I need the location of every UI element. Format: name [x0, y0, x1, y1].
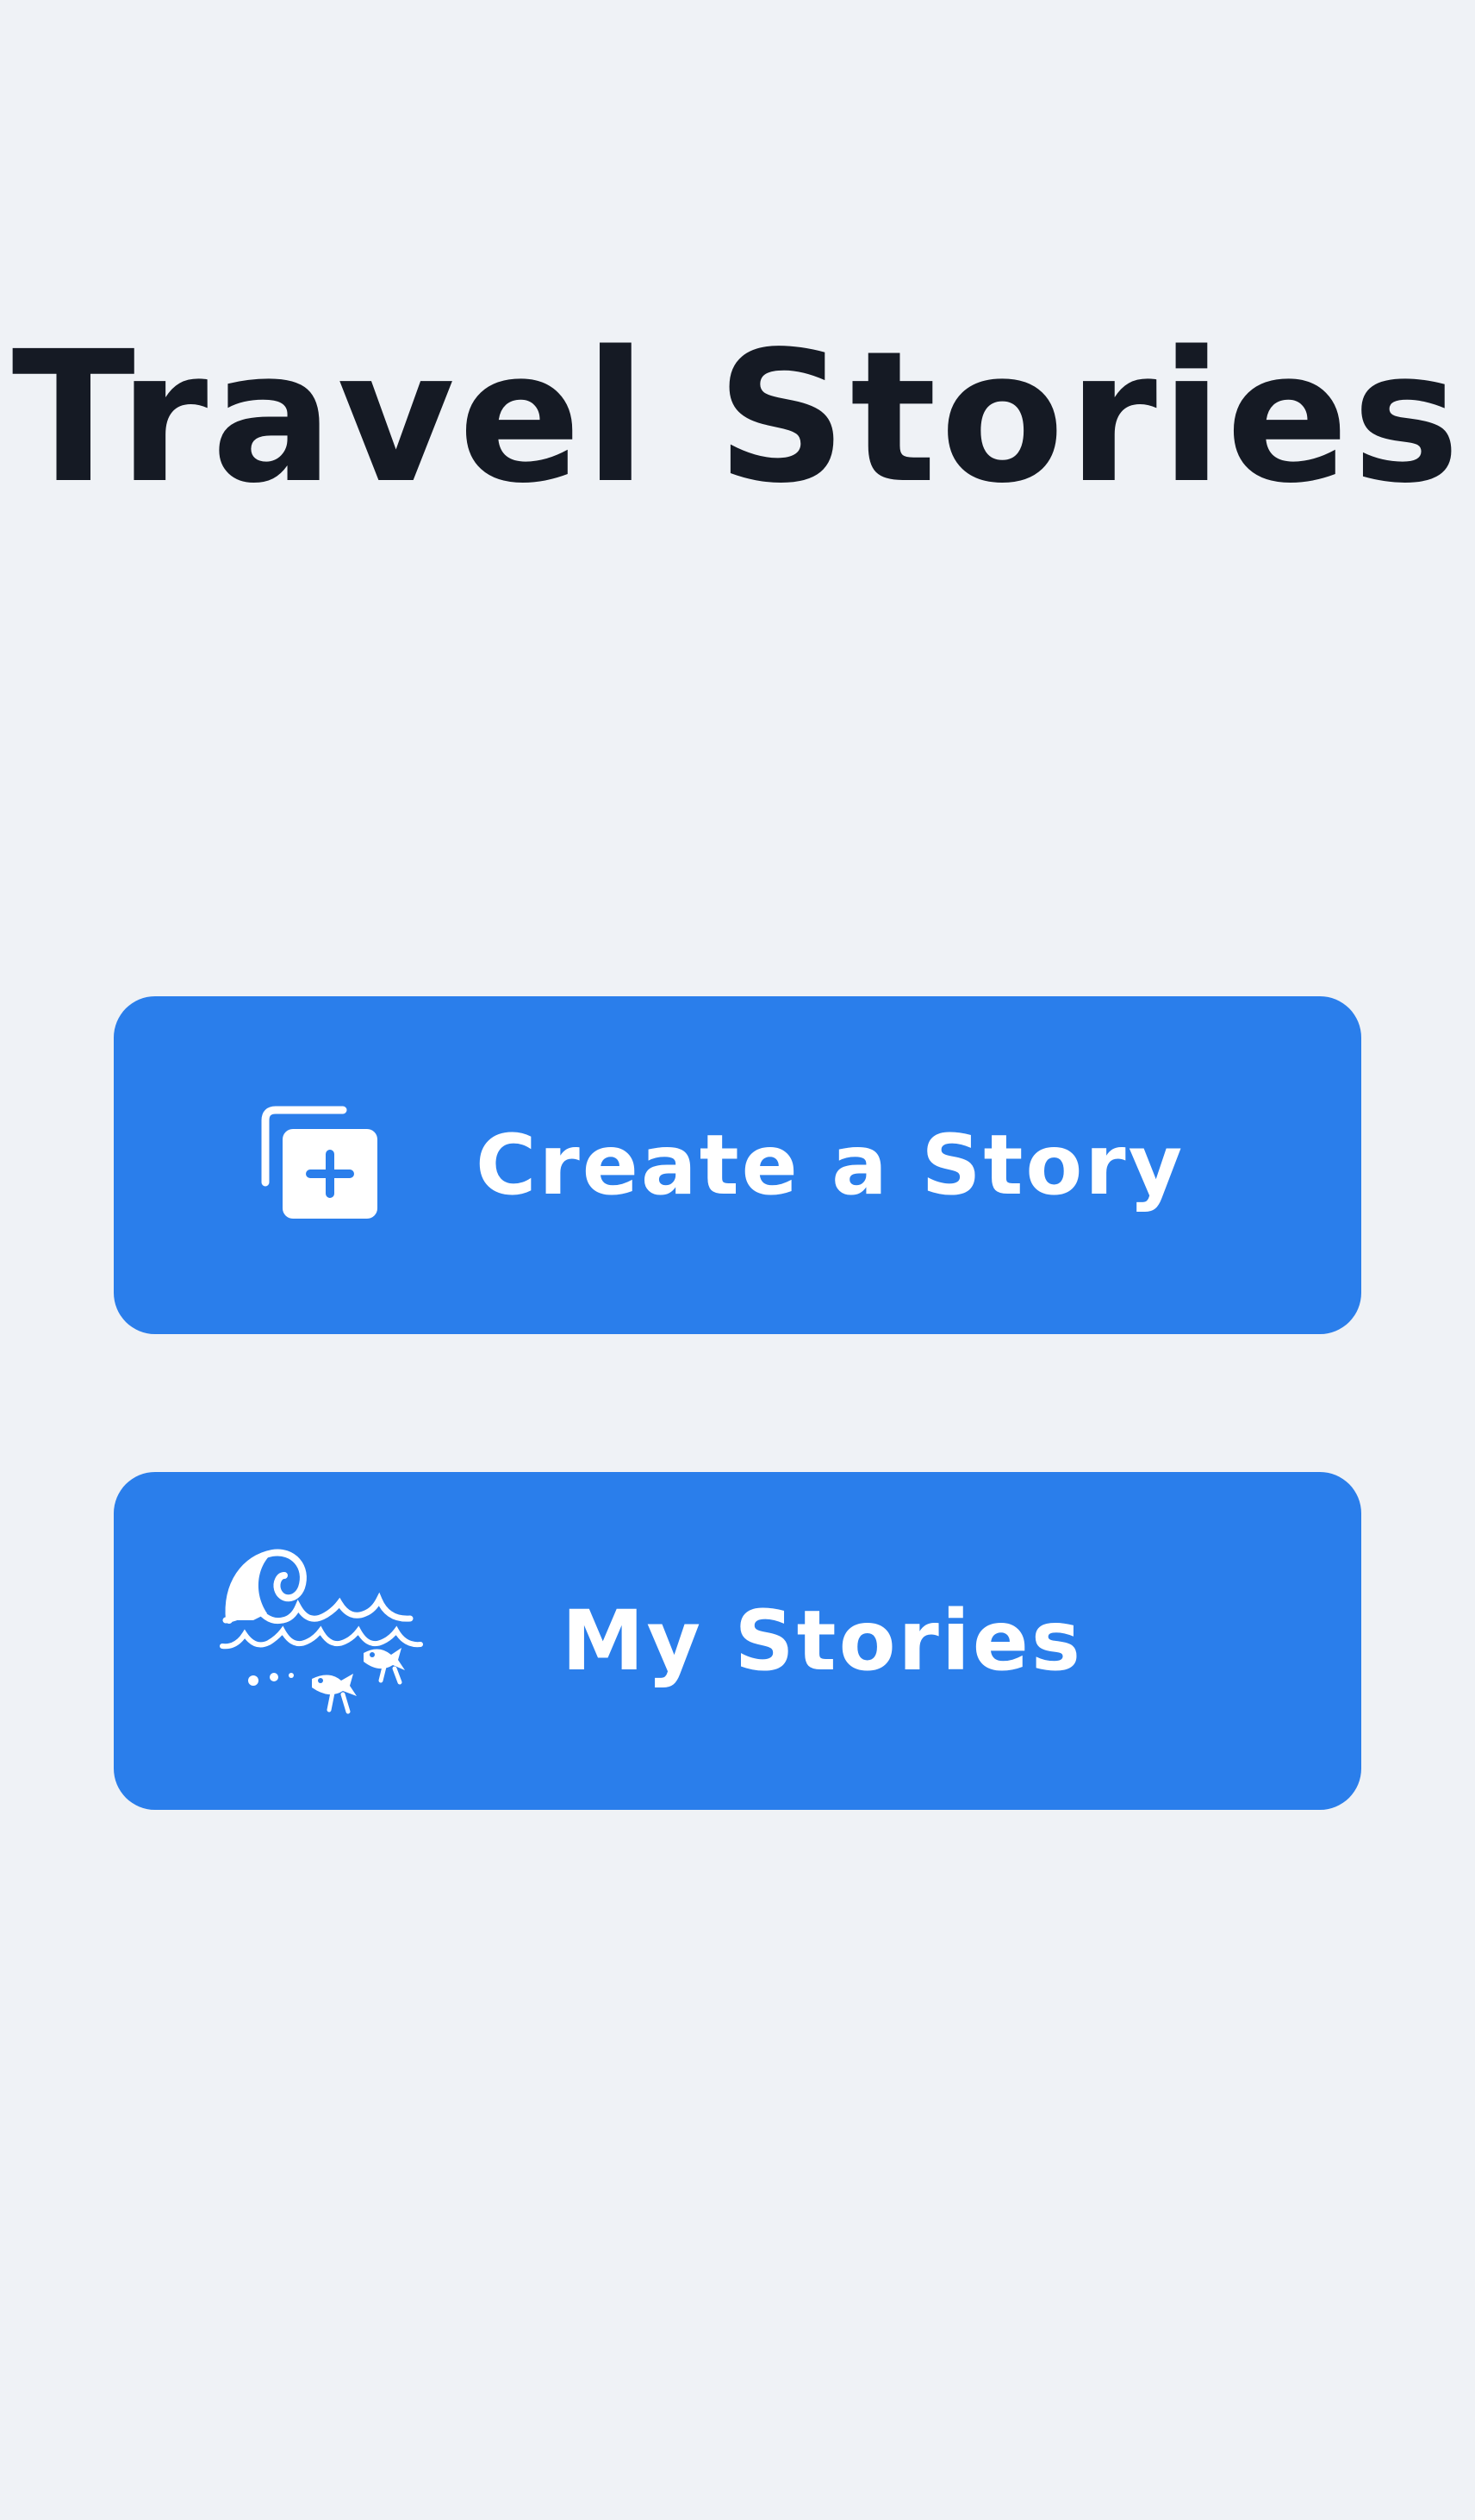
my-stories-button[interactable]: My Stories — [114, 1472, 1361, 1810]
app-title: Travel Stories — [11, 312, 1464, 523]
ocean-waves-fish-icon — [219, 1541, 426, 1739]
create-story-label: Create a Story — [476, 1117, 1186, 1213]
create-story-button[interactable]: Create a Story — [114, 996, 1361, 1334]
add-to-collection-icon — [260, 1105, 381, 1226]
my-stories-label: My Stories — [562, 1593, 1084, 1689]
